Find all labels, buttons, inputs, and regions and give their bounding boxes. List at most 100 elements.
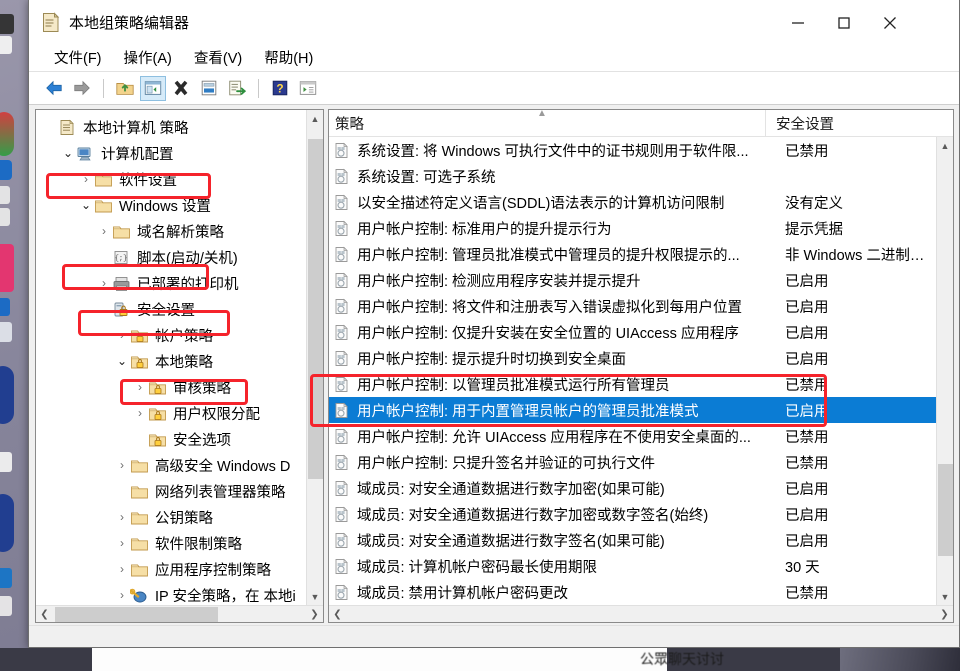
tree-item-label: Windows 设置	[119, 198, 211, 215]
tree-item-5[interactable]: {;} 脚本(启动/关机)	[36, 244, 323, 270]
tree-horizontal-scrollbar[interactable]: ❮ ❯	[36, 605, 323, 622]
chevron-right-icon[interactable]: ›	[96, 277, 112, 289]
tree-item-12[interactable]: 安全选项	[36, 426, 323, 452]
tree-item-16[interactable]: › 软件限制策略	[36, 530, 323, 556]
list-hscroll-track[interactable]	[346, 606, 936, 623]
table-row-selected[interactable]: 用户帐户控制: 用于内置管理员帐户的管理员批准模式 已启用	[329, 397, 936, 423]
table-row[interactable]: 域成员: 对安全通道数据进行数字签名(如果可能) 已启用	[329, 527, 936, 553]
table-row[interactable]: 用户帐户控制: 将文件和注册表写入错误虚拟化到每用户位置 已启用	[329, 293, 936, 319]
table-row[interactable]: 用户帐户控制: 提示提升时切换到安全桌面 已启用	[329, 345, 936, 371]
console-tree[interactable]: 本地计算机 策略 ⌄ 计算机配置 › 软件设置 ⌄ Windows 设置 › 域名解析策略 {;}…	[36, 110, 323, 605]
table-row[interactable]: 用户帐户控制: 仅提升安装在安全位置的 UIAccess 应用程序 已启用	[329, 319, 936, 345]
chevron-right-icon[interactable]: ›	[96, 225, 112, 237]
folder-icon	[131, 512, 148, 524]
chevron-down-icon[interactable]: ⌄	[60, 147, 76, 159]
chevron-right-icon[interactable]: ›	[114, 537, 130, 549]
tree-scroll-track[interactable]	[307, 127, 324, 588]
table-row[interactable]: 用户帐户控制: 以管理员批准模式运行所有管理员 已禁用	[329, 371, 936, 397]
table-row[interactable]: 系统设置: 可选子系统	[329, 163, 936, 189]
column-header-security-setting[interactable]: 安全设置	[765, 110, 953, 137]
scroll-left-icon[interactable]: ❮	[329, 606, 346, 623]
chevron-right-icon[interactable]: ›	[114, 563, 130, 575]
tree-item-6[interactable]: › 已部署的打印机	[36, 270, 323, 296]
minimize-button[interactable]	[775, 0, 821, 45]
scroll-right-icon[interactable]: ❯	[936, 606, 953, 623]
tree-item-3[interactable]: ⌄ Windows 设置	[36, 192, 323, 218]
help-button[interactable]: ?	[267, 76, 293, 101]
tree-item-13[interactable]: › 高级安全 Windows D	[36, 452, 323, 478]
table-row[interactable]: 域成员: 对安全通道数据进行数字加密或数字签名(始终) 已启用	[329, 501, 936, 527]
chevron-right-icon[interactable]: ›	[132, 381, 148, 393]
scroll-left-icon[interactable]: ❮	[36, 606, 53, 623]
chevron-down-icon[interactable]: ⌄	[96, 303, 112, 315]
delete-button[interactable]	[168, 76, 194, 101]
chevron-right-icon[interactable]: ›	[114, 329, 130, 341]
tree-item-17[interactable]: › 应用程序控制策略	[36, 556, 323, 582]
policy-setting-icon	[335, 272, 348, 288]
column-header-policy[interactable]: 策略 ▲	[329, 110, 765, 137]
table-row[interactable]: 用户帐户控制: 检测应用程序安装并提示提升 已启用	[329, 267, 936, 293]
up-one-level-button[interactable]	[112, 76, 138, 101]
menu-file[interactable]: 文件(F)	[43, 44, 113, 72]
policy-setting-icon	[333, 272, 350, 289]
tree-item-label: 公钥策略	[155, 510, 213, 527]
tree-item-0[interactable]: 本地计算机 策略	[36, 114, 323, 140]
tree-item-4[interactable]: › 域名解析策略	[36, 218, 323, 244]
list-horizontal-scrollbar[interactable]: ❮ ❯	[329, 605, 953, 622]
tree-hscroll-thumb[interactable]	[55, 606, 218, 622]
menu-help[interactable]: 帮助(H)	[253, 44, 324, 72]
table-row[interactable]: 域成员: 禁用计算机帐户密码更改 已禁用	[329, 579, 936, 605]
table-row[interactable]: 系统设置: 将 Windows 可执行文件中的证书规则用于软件限... 已禁用	[329, 137, 936, 163]
tree-item-8[interactable]: › 帐户策略	[36, 322, 323, 348]
back-button[interactable]	[41, 76, 67, 101]
table-row[interactable]: 域成员: 计算机帐户密码最长使用期限 30 天	[329, 553, 936, 579]
scroll-down-icon[interactable]: ▼	[307, 588, 324, 605]
menu-action[interactable]: 操作(A)	[113, 44, 183, 72]
list-scroll-track[interactable]	[937, 154, 954, 588]
chevron-down-icon[interactable]: ⌄	[114, 355, 130, 367]
tree-item-18[interactable]: › IP 安全策略，在 本地i	[36, 582, 323, 605]
policy-list[interactable]: 系统设置: 将 Windows 可执行文件中的证书规则用于软件限... 已禁用 系统…	[329, 137, 953, 605]
table-row[interactable]: 用户帐户控制: 允许 UIAccess 应用程序在不使用安全桌面的... 已禁用	[329, 423, 936, 449]
tree-item-1[interactable]: ⌄ 计算机配置	[36, 140, 323, 166]
tree-item-11[interactable]: › 用户权限分配	[36, 400, 323, 426]
show-hide-console-tree-button[interactable]	[140, 75, 166, 101]
tree-item-2[interactable]: › 软件设置	[36, 166, 323, 192]
table-row[interactable]: 用户帐户控制: 只提升签名并验证的可执行文件 已禁用	[329, 449, 936, 475]
tree-item-15[interactable]: › 公钥策略	[36, 504, 323, 530]
policy-name-cell: 域成员: 计算机帐户密码最长使用期限	[357, 559, 598, 576]
tree-item-14[interactable]: 网络列表管理器策略	[36, 478, 323, 504]
show-action-pane-button[interactable]	[295, 76, 321, 101]
chevron-right-icon[interactable]: ›	[132, 407, 148, 419]
chevron-right-icon[interactable]: ›	[114, 459, 130, 471]
tree-item-9[interactable]: ⌄ 本地策略	[36, 348, 323, 374]
maximize-button[interactable]	[821, 0, 867, 45]
scroll-down-icon[interactable]: ▼	[937, 588, 954, 605]
properties-button[interactable]	[196, 76, 222, 101]
scroll-right-icon[interactable]: ❯	[306, 606, 323, 623]
table-row[interactable]: 域成员: 对安全通道数据进行数字加密(如果可能) 已启用	[329, 475, 936, 501]
scroll-up-icon[interactable]: ▲	[937, 137, 954, 154]
chevron-right-icon[interactable]: ›	[114, 589, 130, 601]
list-scroll-thumb[interactable]	[937, 464, 953, 556]
chevron-down-icon[interactable]: ⌄	[78, 199, 94, 211]
forward-button[interactable]	[69, 76, 95, 101]
taskbar-text: 公眾聊天讨讨	[640, 651, 724, 667]
table-row[interactable]: 用户帐户控制: 管理员批准模式中管理员的提升权限提示的... 非 Windows …	[329, 241, 936, 267]
close-button[interactable]	[867, 0, 913, 45]
policy-setting-icon	[335, 584, 348, 600]
list-vertical-scrollbar[interactable]: ▲ ▼	[936, 137, 953, 605]
table-row[interactable]: 用户帐户控制: 标准用户的提升提示行为 提示凭据	[329, 215, 936, 241]
scroll-up-icon[interactable]: ▲	[307, 110, 324, 127]
policy-setting-icon	[333, 298, 350, 315]
tree-vertical-scrollbar[interactable]: ▲ ▼	[306, 110, 323, 605]
chevron-right-icon[interactable]: ›	[78, 173, 94, 185]
export-list-button[interactable]	[224, 76, 250, 101]
table-row[interactable]: 以安全描述符定义语言(SDDL)语法表示的计算机访问限制 没有定义	[329, 189, 936, 215]
tree-item-7[interactable]: ⌄ 安全设置	[36, 296, 323, 322]
menu-view[interactable]: 查看(V)	[183, 44, 253, 72]
tree-item-10[interactable]: › 审核策略	[36, 374, 323, 400]
tree-scroll-thumb[interactable]	[307, 139, 323, 479]
chevron-right-icon[interactable]: ›	[114, 511, 130, 523]
tree-hscroll-track[interactable]	[53, 606, 306, 623]
